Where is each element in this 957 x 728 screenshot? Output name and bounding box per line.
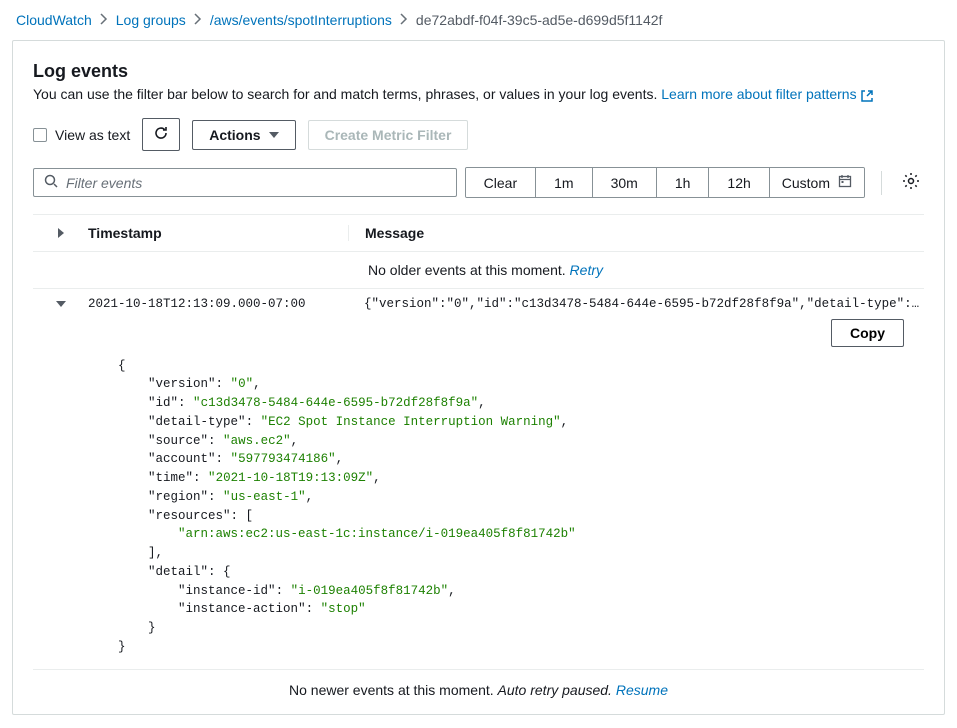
retry-link[interactable]: Retry (570, 262, 603, 278)
table-header: Timestamp Message (33, 214, 924, 252)
refresh-icon (153, 125, 169, 144)
col-header-message: Message (348, 225, 924, 241)
no-older-row: No older events at this moment. Retry (33, 252, 924, 289)
no-newer-row: No newer events at this moment. Auto ret… (33, 669, 924, 714)
log-events-panel: Log events You can use the filter bar be… (12, 40, 945, 715)
col-header-timestamp: Timestamp (88, 225, 348, 241)
chevron-right-icon (194, 12, 202, 28)
toolbar: View as text Actions Create Metric Filte… (33, 118, 924, 151)
external-link-icon (861, 89, 873, 101)
checkbox-icon (33, 128, 47, 142)
chevron-right-icon (100, 12, 108, 28)
filter-events-input[interactable] (66, 175, 446, 191)
log-event-detail: Copy { "version": "0", "id": "c13d3478-5… (33, 319, 924, 669)
page-subtitle: You can use the filter bar below to sear… (33, 86, 924, 102)
copy-button[interactable]: Copy (831, 319, 904, 347)
learn-more-link[interactable]: Learn more about filter patterns (661, 86, 872, 102)
settings-button[interactable] (898, 168, 924, 197)
caret-down-icon (269, 132, 279, 138)
breadcrumb-link-stream[interactable]: /aws/events/spotInterruptions (210, 12, 392, 28)
calendar-icon (838, 174, 852, 191)
log-message-preview: {"version":"0","id":"c13d3478-5484-644e-… (348, 297, 924, 311)
separator (881, 171, 882, 195)
search-input-wrap[interactable] (33, 168, 457, 197)
expand-all-toggle[interactable] (33, 228, 88, 238)
range-12h[interactable]: 12h (709, 168, 769, 197)
create-metric-filter-button: Create Metric Filter (308, 120, 469, 150)
page-title: Log events (33, 61, 924, 82)
caret-down-icon (56, 301, 66, 307)
filter-row: Clear 1m 30m 1h 12h Custom (33, 167, 924, 198)
resume-link[interactable]: Resume (616, 682, 668, 698)
clear-button[interactable]: Clear (466, 168, 536, 197)
range-1m[interactable]: 1m (536, 168, 592, 197)
chevron-right-icon (400, 12, 408, 28)
breadcrumb: CloudWatch Log groups /aws/events/spotIn… (0, 0, 957, 40)
range-1h[interactable]: 1h (657, 168, 710, 197)
actions-button[interactable]: Actions (192, 120, 295, 150)
view-as-text-toggle[interactable]: View as text (33, 127, 130, 143)
time-range-group: Clear 1m 30m 1h 12h Custom (465, 167, 865, 198)
gear-icon (902, 172, 920, 193)
log-event-row[interactable]: 2021-10-18T12:13:09.000-07:00 {"version"… (33, 289, 924, 319)
breadcrumb-link-cloudwatch[interactable]: CloudWatch (16, 12, 92, 28)
log-timestamp: 2021-10-18T12:13:09.000-07:00 (88, 297, 348, 311)
search-icon (44, 174, 58, 191)
range-custom[interactable]: Custom (770, 168, 864, 197)
range-30m[interactable]: 30m (593, 168, 657, 197)
collapse-toggle[interactable] (33, 301, 88, 307)
breadcrumb-current: de72abdf-f04f-39c5-ad5e-d699d5f1142f (416, 12, 663, 28)
view-as-text-label: View as text (55, 127, 130, 143)
breadcrumb-link-log-groups[interactable]: Log groups (116, 12, 186, 28)
caret-right-icon (58, 228, 64, 238)
refresh-button[interactable] (142, 118, 180, 151)
